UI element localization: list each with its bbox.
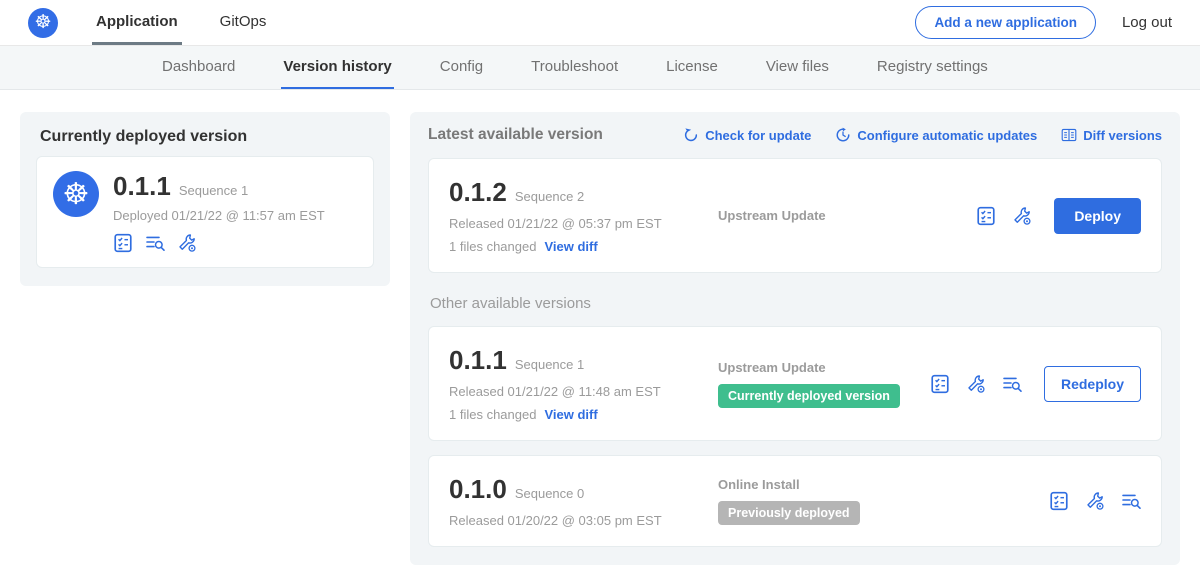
configure-automatic-updates-link[interactable]: Configure automatic updates — [835, 127, 1037, 143]
version-history-panel: Latest available version Check for updat… — [410, 112, 1180, 565]
version-row-latest: 0.1.2 Sequence 2 Released 01/21/22 @ 05:… — [428, 158, 1162, 273]
view-files-changed-icon[interactable] — [1121, 491, 1141, 511]
top-header: ☸ Application GitOps Add a new applicati… — [0, 0, 1200, 46]
check-for-update-link[interactable]: Check for update — [683, 127, 811, 143]
version-source-label: Upstream Update — [718, 360, 930, 375]
tab-application-label: Application — [96, 13, 178, 30]
sequence-label: Sequence 0 — [515, 486, 584, 501]
configure-automatic-updates-label: Configure automatic updates — [857, 128, 1037, 143]
version-line: 0.1.1 Sequence 1 — [113, 171, 325, 202]
view-files-changed-icon[interactable] — [1002, 374, 1022, 394]
version-actions — [1049, 491, 1141, 511]
deployed-panel-title: Currently deployed version — [36, 126, 374, 156]
logout-button[interactable]: Log out — [1122, 14, 1172, 31]
subnav-config[interactable]: Config — [438, 46, 485, 89]
subnav-license[interactable]: License — [664, 46, 720, 89]
view-files-changed-icon[interactable] — [145, 233, 165, 253]
files-changed-count: 1 files changed — [449, 407, 536, 422]
released-timestamp: Released 01/20/22 @ 03:05 pm EST — [449, 513, 714, 528]
deploy-button[interactable]: Deploy — [1054, 198, 1141, 234]
view-diff-link[interactable]: View diff — [544, 239, 597, 254]
files-changed-line: 1 files changed View diff — [449, 407, 714, 422]
edit-config-icon[interactable] — [1085, 491, 1105, 511]
view-diff-link[interactable]: View diff — [544, 407, 597, 422]
version-row: 0.1.0 Sequence 0 Released 01/20/22 @ 03:… — [428, 455, 1162, 547]
subnav-version-history[interactable]: Version history — [281, 46, 393, 89]
latest-available-title: Latest available version — [428, 126, 603, 144]
redeploy-button[interactable]: Redeploy — [1044, 366, 1141, 402]
diff-versions-label: Diff versions — [1083, 128, 1162, 143]
release-notes-icon[interactable] — [113, 233, 133, 253]
release-notes-icon[interactable] — [1049, 491, 1069, 511]
version-info: 0.1.2 Sequence 2 Released 01/21/22 @ 05:… — [449, 177, 714, 254]
version-number: 0.1.0 — [449, 474, 507, 505]
currently-deployed-panel: Currently deployed version ☸ 0.1.1 Seque… — [20, 112, 390, 286]
edit-config-icon[interactable] — [1012, 206, 1032, 226]
edit-config-icon[interactable] — [966, 374, 986, 394]
version-source-block: Online Install Previously deployed — [714, 477, 1049, 525]
version-source-label: Upstream Update — [718, 208, 976, 223]
currently-deployed-badge: Currently deployed version — [718, 384, 900, 408]
files-changed-count: 1 files changed — [449, 239, 536, 254]
released-timestamp: Released 01/21/22 @ 11:48 am EST — [449, 384, 714, 399]
version-line: 0.1.0 Sequence 0 — [449, 474, 714, 505]
tab-gitops[interactable]: GitOps — [216, 0, 271, 45]
subnav-troubleshoot[interactable]: Troubleshoot — [529, 46, 620, 89]
version-number: 0.1.2 — [449, 177, 507, 208]
version-source-block: Upstream Update Currently deployed versi… — [714, 360, 930, 408]
version-source-block: Upstream Update — [714, 208, 976, 223]
version-line: 0.1.1 Sequence 1 — [449, 345, 714, 376]
subnav-registry-settings[interactable]: Registry settings — [875, 46, 990, 89]
header-right-group: Add a new application Log out — [915, 0, 1172, 45]
kubernetes-logo-icon: ☸ — [28, 8, 58, 38]
version-number: 0.1.1 — [449, 345, 507, 376]
version-actions: Deploy — [976, 198, 1141, 234]
app-logo-icon: ☸ — [53, 171, 99, 217]
version-source-label: Online Install — [718, 477, 1049, 492]
released-timestamp: Released 01/21/22 @ 05:37 pm EST — [449, 216, 714, 231]
deployed-version-info: 0.1.1 Sequence 1 Deployed 01/21/22 @ 11:… — [113, 171, 325, 253]
edit-config-icon[interactable] — [177, 233, 197, 253]
helm-wheel-glyph: ☸ — [63, 177, 90, 212]
deployed-version-card: ☸ 0.1.1 Sequence 1 Deployed 01/21/22 @ 1… — [36, 156, 374, 268]
version-actions: Redeploy — [930, 366, 1141, 402]
sequence-label: Sequence 1 — [515, 357, 584, 372]
panel-header: Latest available version Check for updat… — [428, 126, 1162, 144]
clock-refresh-icon — [835, 127, 851, 143]
diff-versions-link[interactable]: Diff versions — [1061, 127, 1162, 143]
subnav-view-files[interactable]: View files — [764, 46, 831, 89]
tab-application[interactable]: Application — [92, 0, 182, 45]
helm-wheel-glyph: ☸ — [34, 11, 51, 34]
refresh-icon — [683, 127, 699, 143]
release-notes-icon[interactable] — [930, 374, 950, 394]
tab-gitops-label: GitOps — [220, 13, 267, 30]
version-info: 0.1.0 Sequence 0 Released 01/20/22 @ 03:… — [449, 474, 714, 528]
deployed-version-number: 0.1.1 — [113, 171, 171, 202]
subnav-dashboard[interactable]: Dashboard — [160, 46, 237, 89]
sequence-label: Sequence 2 — [515, 189, 584, 204]
panel-actions: Check for update Configure automatic upd… — [683, 127, 1162, 143]
app-subnav: Dashboard Version history Config Trouble… — [0, 46, 1200, 90]
files-changed-line: 1 files changed View diff — [449, 239, 714, 254]
deployed-action-icons — [113, 233, 325, 253]
previously-deployed-badge: Previously deployed — [718, 501, 860, 525]
version-line: 0.1.2 Sequence 2 — [449, 177, 714, 208]
main-content: Currently deployed version ☸ 0.1.1 Seque… — [0, 90, 1200, 587]
deployed-sequence: Sequence 1 — [179, 183, 248, 198]
version-info: 0.1.1 Sequence 1 Released 01/21/22 @ 11:… — [449, 345, 714, 422]
release-notes-icon[interactable] — [976, 206, 996, 226]
other-available-versions-title: Other available versions — [428, 295, 1162, 312]
version-row: 0.1.1 Sequence 1 Released 01/21/22 @ 11:… — [428, 326, 1162, 441]
add-new-application-button[interactable]: Add a new application — [915, 6, 1096, 39]
check-for-update-label: Check for update — [705, 128, 811, 143]
diff-table-icon — [1061, 127, 1077, 143]
deployed-timestamp: Deployed 01/21/22 @ 11:57 am EST — [113, 208, 325, 223]
